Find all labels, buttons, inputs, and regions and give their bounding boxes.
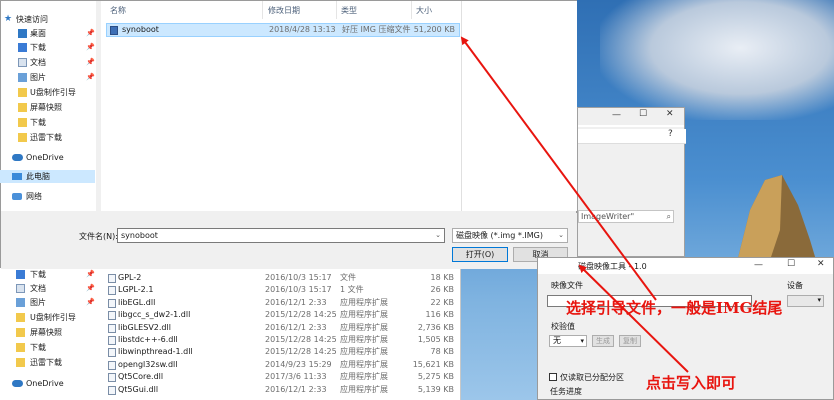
- annotation-arrows: [460, 36, 689, 373]
- annotation-select-file: 选择引导文件，一般是IMG结尾: [566, 299, 783, 317]
- annotation-click-write: 点击写入即可: [646, 374, 737, 392]
- arrow-to-file: [460, 36, 657, 301]
- arrow-to-write: [578, 264, 689, 373]
